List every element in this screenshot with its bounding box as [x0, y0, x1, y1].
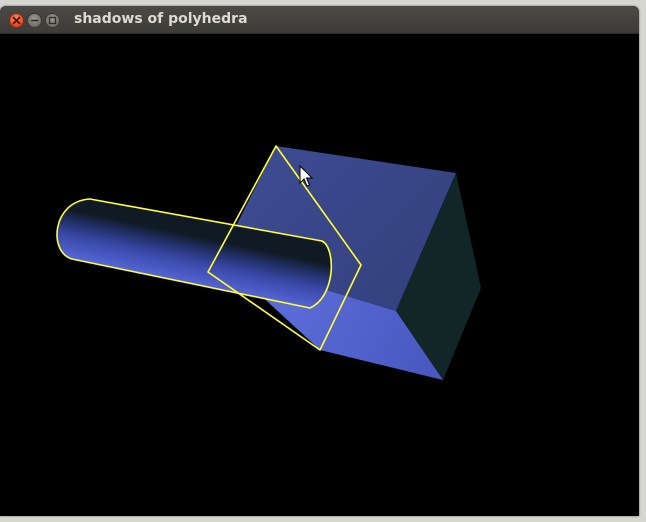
minimize-icon	[30, 19, 39, 22]
close-button[interactable]	[9, 13, 24, 28]
window-title: shadows of polyhedra	[74, 11, 248, 27]
minimize-button[interactable]	[27, 13, 42, 28]
maximize-button[interactable]	[45, 13, 60, 28]
application-window: shadows of polyhedra	[0, 6, 639, 516]
scene-canvas[interactable]	[0, 34, 639, 516]
title-bar[interactable]: shadows of polyhedra	[0, 6, 639, 34]
close-icon	[12, 16, 21, 25]
render-viewport[interactable]	[0, 34, 639, 516]
maximize-icon	[48, 16, 57, 25]
